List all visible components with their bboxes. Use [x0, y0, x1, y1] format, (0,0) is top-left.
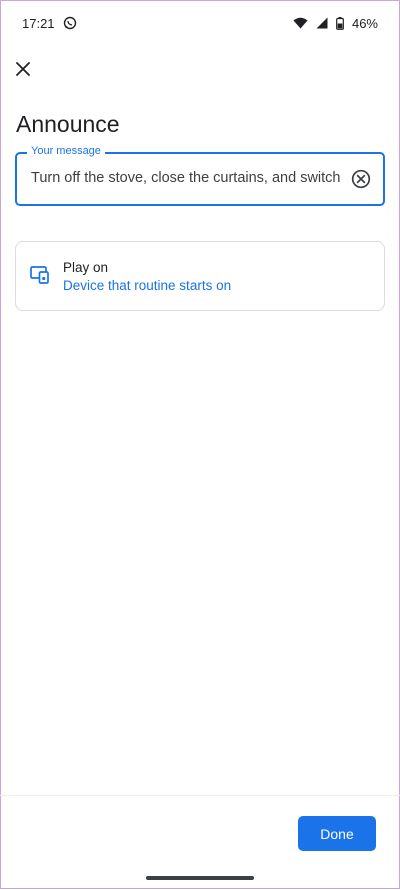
home-indicator[interactable] [146, 876, 254, 880]
page-title: Announce [16, 111, 120, 137]
status-time: 17:21 [22, 15, 55, 31]
bottom-bar: Done [0, 795, 400, 890]
status-right: 46% [293, 16, 378, 31]
play-on-device[interactable]: Device that routine starts on [63, 278, 231, 293]
play-on-card[interactable]: Play on Device that routine starts on [15, 241, 385, 311]
close-button[interactable] [10, 56, 36, 82]
message-field[interactable]: Your message Turn off the stove, close t… [15, 145, 385, 206]
play-on-title: Play on [63, 260, 109, 275]
signal-icon [316, 17, 328, 29]
wifi-icon [293, 17, 308, 29]
battery-icon [336, 16, 344, 30]
status-bar: 17:21 46% [0, 0, 400, 46]
clear-message-button[interactable] [349, 167, 373, 191]
done-button[interactable]: Done [298, 816, 376, 851]
close-icon [16, 62, 30, 76]
clear-circle-icon [351, 169, 371, 189]
message-field-label: Your message [27, 145, 105, 157]
message-field-value[interactable]: Turn off the stove, close the curtains, … [31, 170, 345, 186]
speaker-device-icon [30, 266, 50, 289]
whatsapp-icon [63, 16, 77, 30]
status-left: 17:21 [22, 16, 77, 31]
battery-percent: 46% [351, 15, 378, 31]
